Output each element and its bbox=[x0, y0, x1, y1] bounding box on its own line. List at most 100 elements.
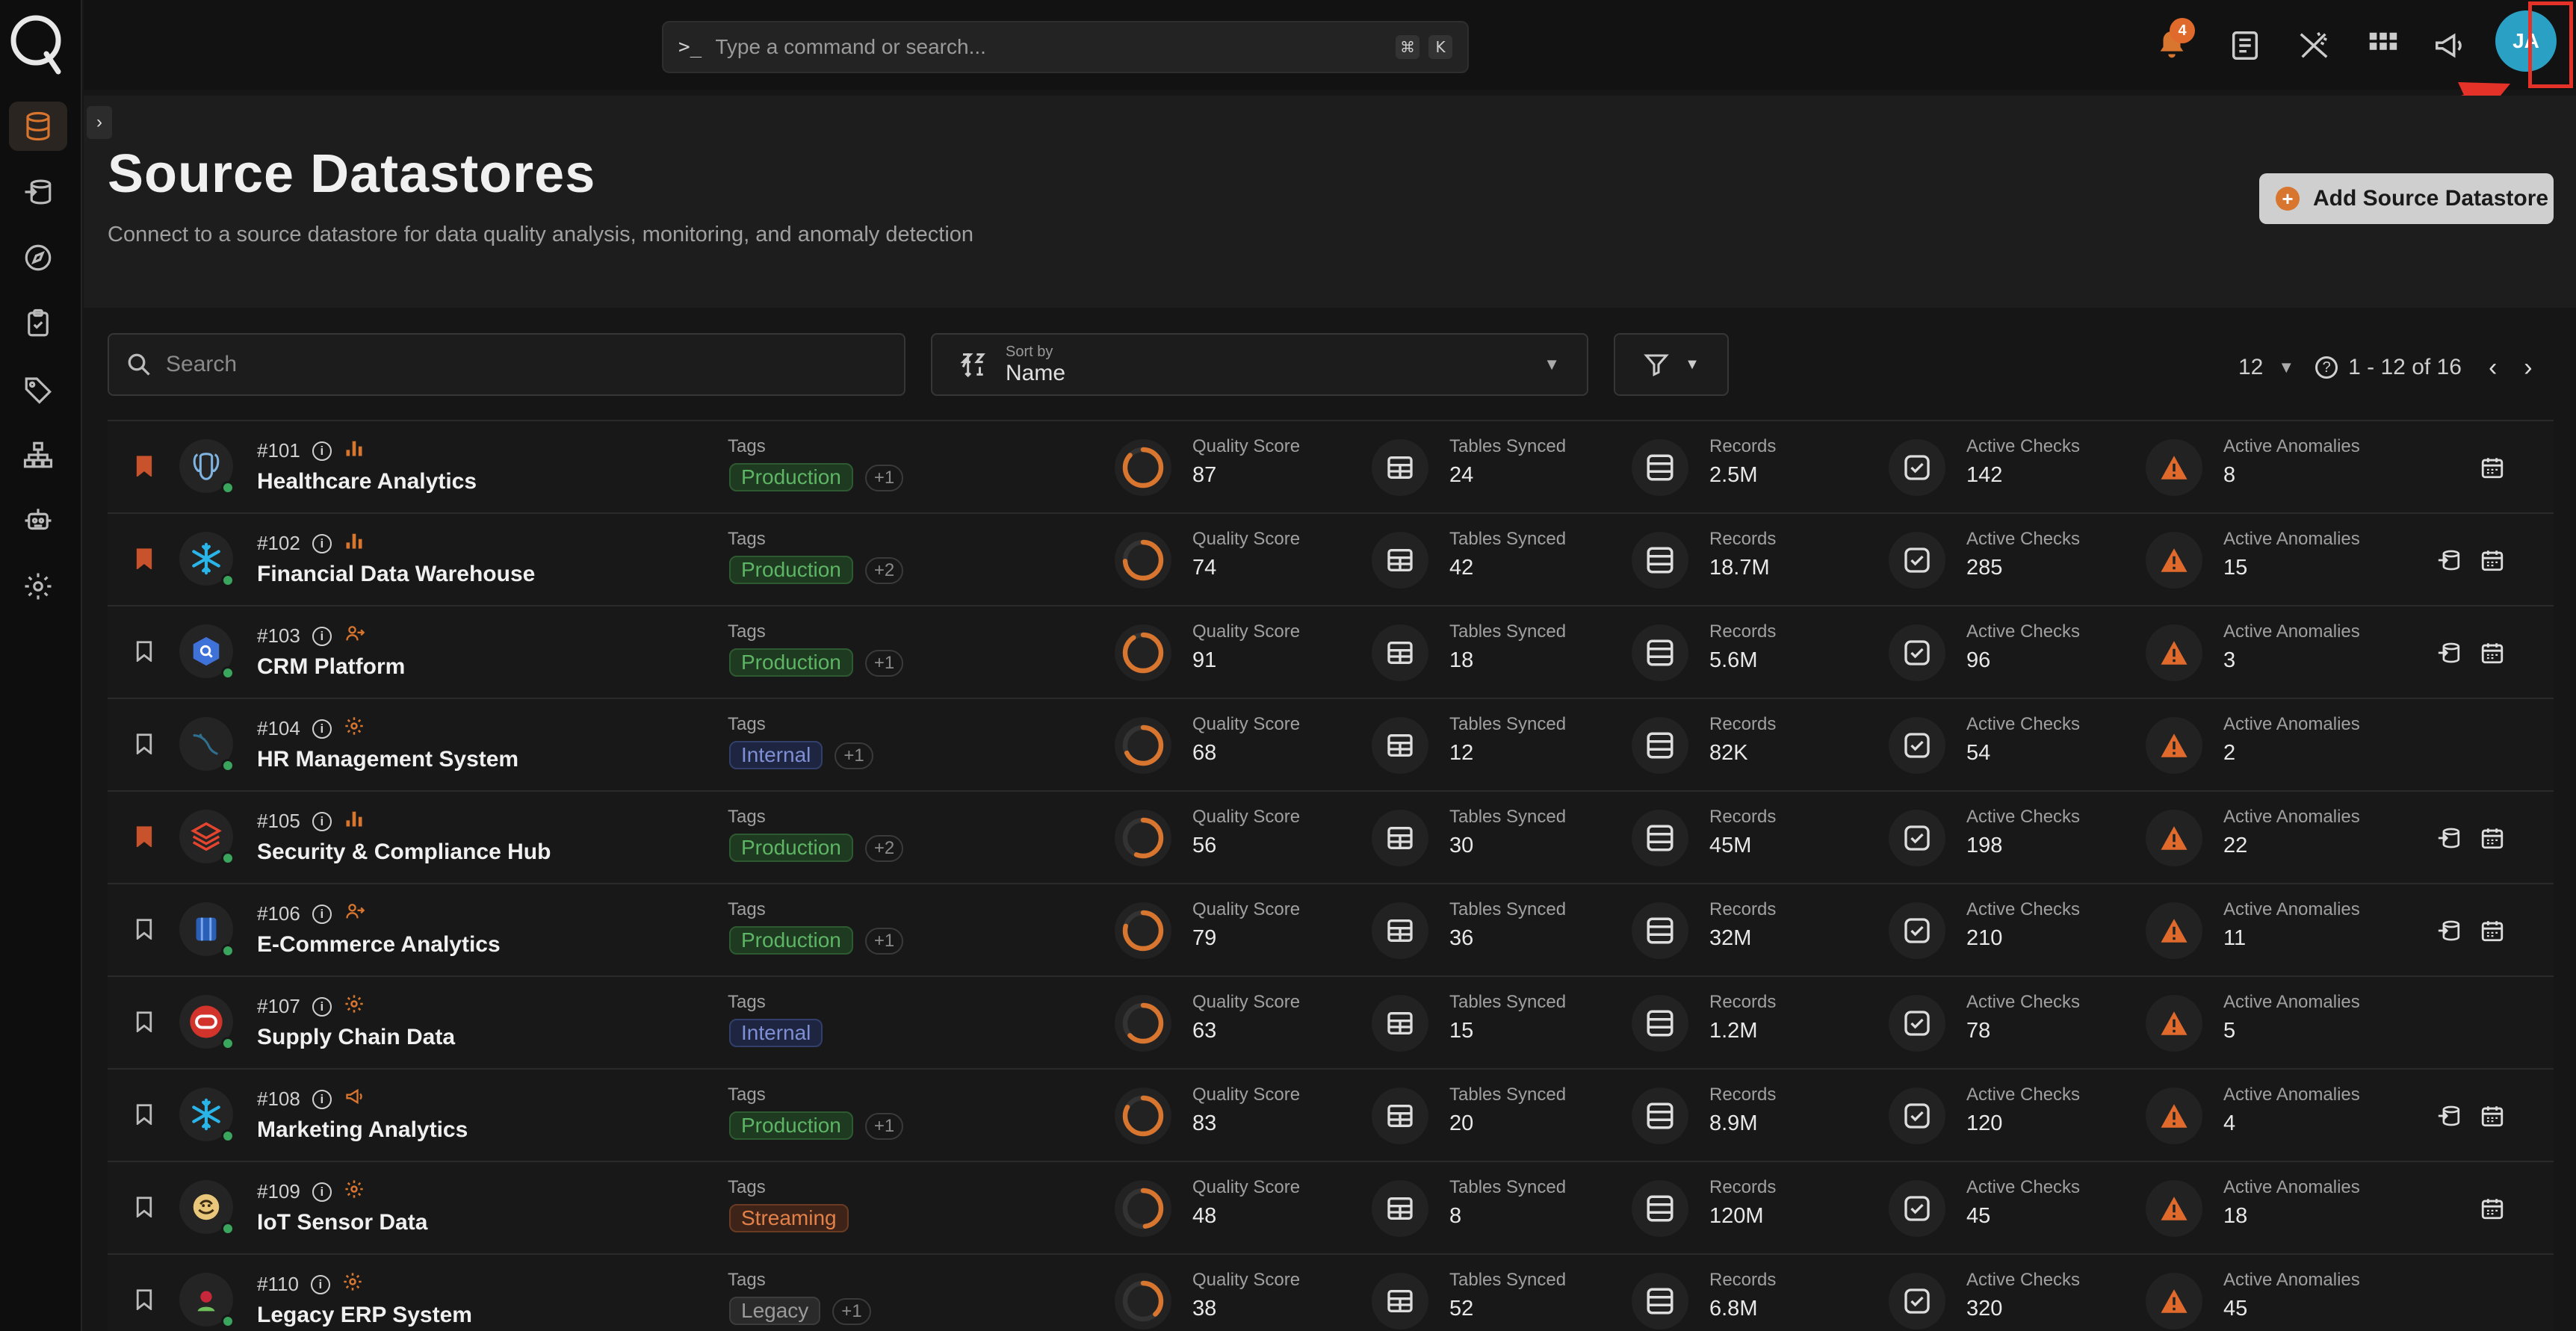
info-icon[interactable]: i bbox=[312, 904, 332, 924]
info-icon[interactable]: i bbox=[312, 533, 332, 553]
tag-chip[interactable]: Production bbox=[729, 926, 853, 955]
bookmark-icon[interactable] bbox=[136, 1197, 152, 1217]
tag-chip[interactable]: Internal bbox=[729, 1019, 823, 1047]
datastore-row[interactable]: #109 i IoT Sensor Data Tags Streaming Qualit… bbox=[108, 1161, 2554, 1253]
datastore-row[interactable]: #104 i HR Management System Tags Internal +1 … bbox=[108, 698, 2554, 790]
bookmark-icon[interactable] bbox=[136, 1104, 152, 1125]
enrichment-icon[interactable] bbox=[2434, 823, 2464, 853]
calendar-icon[interactable] bbox=[2477, 1101, 2507, 1131]
bookmark-icon[interactable] bbox=[136, 641, 152, 662]
sort-select[interactable]: Sort by Name ▼ bbox=[931, 333, 1588, 396]
enrichment-icon[interactable] bbox=[2434, 545, 2464, 575]
more-tags-chip[interactable]: +1 bbox=[864, 650, 904, 677]
apps-button[interactable] bbox=[2359, 22, 2406, 69]
enrichment-icon[interactable] bbox=[2434, 916, 2464, 946]
more-tags-chip[interactable]: +1 bbox=[864, 1113, 904, 1140]
nav-enrichment[interactable] bbox=[9, 167, 67, 217]
datastore-row[interactable]: #101 i Healthcare Analytics Tags Production +… bbox=[108, 420, 2554, 512]
more-tags-chip[interactable]: +2 bbox=[864, 835, 904, 862]
datastore-row[interactable]: #103 i CRM Platform Tags Production +1 Qualit… bbox=[108, 605, 2554, 698]
enrichment-icon[interactable] bbox=[2434, 1101, 2464, 1131]
datastore-row[interactable]: #107 i Supply Chain Data Tags Internal Quali… bbox=[108, 975, 2554, 1068]
info-icon[interactable]: i bbox=[312, 1089, 332, 1109]
search-field[interactable] bbox=[108, 333, 905, 396]
nav-tags[interactable] bbox=[9, 364, 67, 414]
datastore-row[interactable]: #108 i Marketing Analytics Tags Production +1… bbox=[108, 1068, 2554, 1161]
nav-explore[interactable] bbox=[9, 233, 67, 282]
info-icon[interactable]: i bbox=[312, 1182, 332, 1202]
expand-sidebar-button[interactable]: › bbox=[87, 106, 112, 139]
info-icon[interactable]: i bbox=[312, 996, 332, 1017]
more-tags-chip[interactable]: +1 bbox=[864, 928, 904, 955]
filter-button[interactable]: ▼ bbox=[1614, 333, 1729, 396]
next-page-button[interactable]: › bbox=[2524, 353, 2532, 382]
docs-button[interactable] bbox=[2222, 22, 2268, 69]
datastore-name[interactable]: HR Management System bbox=[257, 747, 518, 772]
bookmark-icon[interactable] bbox=[136, 1289, 152, 1310]
tables-icon bbox=[1372, 810, 1428, 866]
search-input[interactable] bbox=[166, 352, 838, 377]
info-icon[interactable]: i bbox=[312, 626, 332, 646]
tag-chip[interactable]: Production bbox=[729, 1111, 853, 1140]
notifications-button[interactable]: 4 bbox=[2149, 18, 2195, 69]
datastore-name[interactable]: Financial Data Warehouse bbox=[257, 562, 535, 587]
datastore-row[interactable]: #106 i E-Commerce Analytics Tags Production +… bbox=[108, 883, 2554, 975]
tag-chip[interactable]: Production bbox=[729, 648, 853, 677]
bookmark-icon[interactable] bbox=[136, 1011, 152, 1032]
calendar-icon[interactable] bbox=[2477, 545, 2507, 575]
tag-chip[interactable]: Production bbox=[729, 463, 853, 491]
command-search[interactable]: >_ Type a command or search... ⌘ K bbox=[662, 21, 1469, 73]
info-icon[interactable]: i bbox=[312, 811, 332, 831]
datastore-name[interactable]: Marketing Analytics bbox=[257, 1117, 468, 1143]
add-source-datastore-button[interactable]: + Add Source Datastore bbox=[2259, 173, 2554, 224]
tag-chip[interactable]: Legacy bbox=[729, 1297, 821, 1325]
magic-button[interactable] bbox=[2291, 22, 2337, 69]
tag-chip[interactable]: Production bbox=[729, 556, 853, 584]
datastore-name[interactable]: Legacy ERP System bbox=[257, 1303, 472, 1328]
prev-page-button[interactable]: ‹ bbox=[2489, 353, 2497, 382]
enrichment-icon[interactable] bbox=[2434, 638, 2464, 668]
help-icon[interactable]: ? bbox=[2315, 356, 2338, 379]
nav-datastores[interactable] bbox=[9, 102, 67, 151]
info-icon[interactable]: i bbox=[312, 441, 332, 461]
info-icon[interactable]: i bbox=[312, 719, 332, 739]
datastore-row[interactable]: #105 i Security & Compliance Hub Tags Produc… bbox=[108, 790, 2554, 883]
calendar-icon[interactable] bbox=[2477, 453, 2507, 483]
bookmark-icon[interactable] bbox=[136, 826, 152, 847]
qualytics-logo[interactable] bbox=[7, 10, 64, 75]
tag-chip[interactable]: Production bbox=[729, 834, 853, 862]
calendar-icon[interactable] bbox=[2477, 823, 2507, 853]
more-tags-chip[interactable]: +1 bbox=[832, 1298, 871, 1325]
nav-checks[interactable] bbox=[9, 299, 67, 348]
datastore-name[interactable]: Supply Chain Data bbox=[257, 1025, 455, 1050]
calendar-icon[interactable] bbox=[2477, 916, 2507, 946]
calendar-icon[interactable] bbox=[2477, 638, 2507, 668]
info-icon[interactable]: i bbox=[310, 1274, 330, 1294]
datastore-name[interactable]: CRM Platform bbox=[257, 654, 405, 680]
more-tags-chip[interactable]: +1 bbox=[864, 465, 904, 491]
bookmark-icon[interactable] bbox=[136, 919, 152, 940]
tag-chip[interactable]: Internal bbox=[729, 741, 823, 769]
announcements-button[interactable] bbox=[2427, 22, 2473, 69]
chevron-down-icon[interactable]: ▼ bbox=[2278, 358, 2294, 377]
bookmark-icon[interactable] bbox=[136, 733, 152, 754]
nav-flows[interactable] bbox=[9, 430, 67, 480]
datastore-name[interactable]: Security & Compliance Hub bbox=[257, 840, 551, 865]
nav-settings[interactable] bbox=[9, 562, 67, 611]
datastore-name[interactable]: Healthcare Analytics bbox=[257, 469, 477, 494]
more-tags-chip[interactable]: +2 bbox=[864, 557, 904, 584]
datastore-name[interactable]: E-Commerce Analytics bbox=[257, 932, 501, 958]
bookmark-icon[interactable] bbox=[136, 456, 152, 477]
calendar-icon[interactable] bbox=[2477, 1194, 2507, 1223]
bookmark-icon[interactable] bbox=[136, 548, 152, 569]
metric-label: Records bbox=[1709, 807, 1777, 827]
page-size-select[interactable]: 12 bbox=[2238, 355, 2263, 380]
datastore-row[interactable]: #102 i Financial Data Warehouse Tags Product… bbox=[108, 512, 2554, 605]
add-button-label: Add Source Datastore bbox=[2313, 186, 2549, 211]
more-tags-chip[interactable]: +1 bbox=[835, 742, 873, 769]
nav-agents[interactable] bbox=[9, 496, 67, 545]
status-dot bbox=[221, 944, 235, 958]
datastore-row[interactable]: #110 i Legacy ERP System Tags Legacy +1 Quali… bbox=[108, 1253, 2554, 1331]
datastore-name[interactable]: IoT Sensor Data bbox=[257, 1210, 427, 1235]
tag-chip[interactable]: Streaming bbox=[729, 1204, 849, 1232]
